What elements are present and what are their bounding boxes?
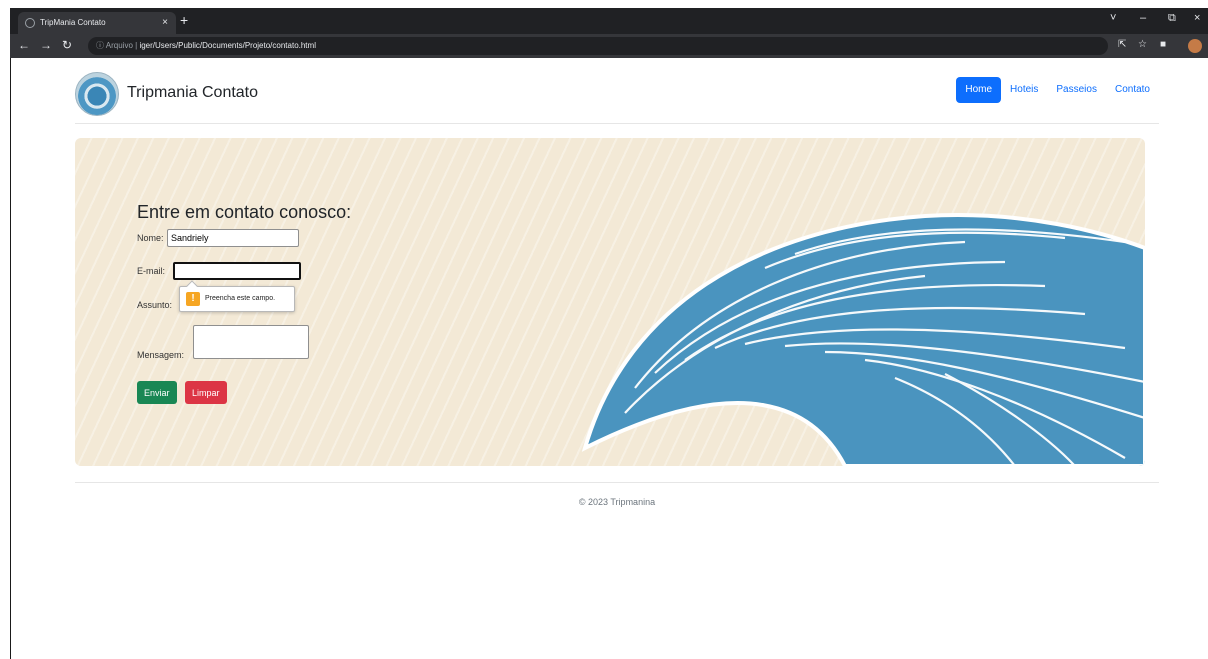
name-label: Nome:: [137, 233, 164, 243]
nav-passeios[interactable]: Passeios: [1047, 77, 1106, 103]
footer-copyright: © 2023 Tripmanina: [578, 497, 656, 507]
message-textarea[interactable]: [193, 325, 309, 359]
maximize-icon[interactable]: ⧉: [1168, 12, 1176, 25]
address-prefix: ⓘ Arquivo |: [96, 41, 138, 50]
window-close-icon[interactable]: ×: [1194, 12, 1200, 24]
validation-tooltip: ! Preencha este campo.: [179, 280, 295, 312]
new-tab-icon[interactable]: +: [180, 12, 188, 28]
subject-label: Assunto:: [137, 300, 173, 310]
validation-message: Preencha este campo.: [205, 295, 276, 302]
site-header: Tripmania Contato Home Hoteis Passeios C…: [75, 70, 1159, 124]
form-title: Entre em contato conosco:: [137, 202, 352, 222]
browser-tab-bar: TripMania Contato × + ˅ – ⧉ ×: [10, 8, 1208, 34]
share-icon[interactable]: ⇱: [1118, 39, 1126, 50]
address-path: iger/Users/Public/Documents/Projeto/cont…: [139, 41, 316, 50]
clear-button[interactable]: Limpar: [185, 381, 227, 404]
forward-arrow-icon[interactable]: →: [40, 38, 52, 52]
contact-hero: Entre em contato conosco: Nome: Sandriel…: [75, 138, 1145, 466]
site-footer: © 2023 Tripmanina: [75, 482, 1159, 507]
chevron-down-icon[interactable]: ˅: [1110, 12, 1116, 24]
message-label: Mensagem:: [137, 350, 185, 360]
tab-close-icon[interactable]: ×: [162, 12, 168, 34]
tripmania-logo: [75, 72, 119, 116]
main-nav: Home Hoteis Passeios Contato: [956, 77, 1159, 103]
back-arrow-icon[interactable]: ←: [18, 38, 30, 52]
address-bar[interactable]: ⓘ Arquivo | iger/Users/Public/Documents/…: [88, 37, 1108, 55]
warning-icon: !: [186, 292, 200, 306]
sidebar-icon[interactable]: ■: [1160, 39, 1166, 50]
email-input[interactable]: [173, 262, 301, 280]
browser-tab[interactable]: TripMania Contato ×: [18, 12, 176, 34]
minimize-icon[interactable]: –: [1140, 12, 1146, 24]
reload-icon[interactable]: ↻: [62, 38, 72, 52]
tab-title: TripMania Contato: [40, 18, 106, 27]
browser-toolbar: ← → ↻ ⓘ Arquivo | iger/Users/Public/Docu…: [10, 34, 1208, 58]
send-button[interactable]: Enviar: [137, 381, 177, 404]
profile-avatar[interactable]: [1188, 39, 1202, 53]
name-input[interactable]: Sandriely: [167, 229, 299, 247]
globe-icon: [25, 18, 35, 28]
wave-illustration: [581, 213, 1145, 466]
star-icon[interactable]: ☆: [1138, 39, 1147, 50]
page: Tripmania Contato Home Hoteis Passeios C…: [10, 58, 1208, 659]
nav-hoteis[interactable]: Hoteis: [1001, 77, 1047, 103]
brand-title: Tripmania Contato: [127, 84, 259, 101]
email-label: E-mail:: [137, 266, 166, 276]
nav-home[interactable]: Home: [956, 77, 1002, 103]
nav-contato[interactable]: Contato: [1106, 77, 1159, 103]
